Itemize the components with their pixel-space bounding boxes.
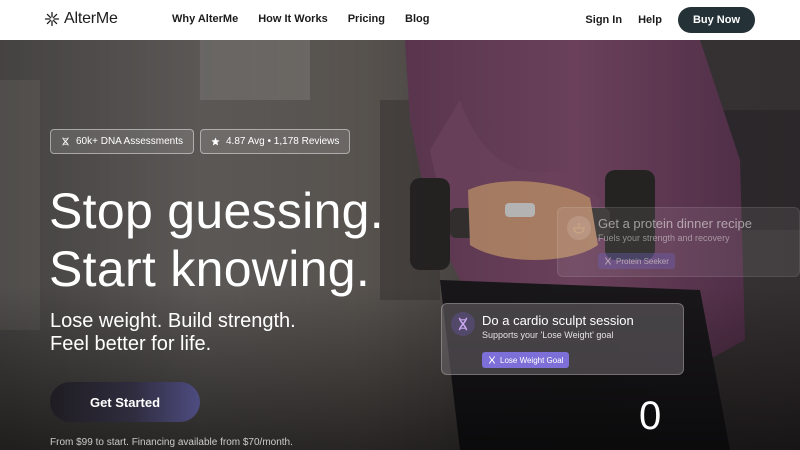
dna-icon <box>605 257 611 265</box>
badge-dna-assessments: 60k+ DNA Assessments <box>50 129 194 154</box>
card-tag-label: Protein Seeker <box>616 256 669 266</box>
top-nav: AlterMe Why AlterMe How It Works Pricing… <box>0 0 800 40</box>
dna-icon <box>489 356 495 364</box>
recommendation-card-protein[interactable]: Get a protein dinner recipe Fuels your s… <box>557 207 800 277</box>
dna-icon <box>451 312 475 336</box>
bowl-icon <box>567 216 591 240</box>
sign-in-link[interactable]: Sign In <box>585 14 622 26</box>
badge-text: 4.87 Avg • 1,178 Reviews <box>226 136 340 147</box>
help-link[interactable]: Help <box>638 14 662 26</box>
nav-link-how-it-works[interactable]: How It Works <box>258 13 327 25</box>
logo-mark-icon <box>44 11 60 27</box>
animated-counter: 0 <box>639 394 662 438</box>
star-icon <box>211 137 220 146</box>
headline-line-1: Stop guessing. <box>49 183 384 239</box>
badge-text: 60k+ DNA Assessments <box>76 136 183 147</box>
nav-link-why-alterme[interactable]: Why AlterMe <box>172 13 238 25</box>
trust-badges: 60k+ DNA Assessments 4.87 Avg • 1,178 Re… <box>50 129 351 154</box>
subhead-line-2: Feel better for life. <box>50 333 212 355</box>
card-subtitle: Fuels your strength and recovery <box>598 233 730 243</box>
card-subtitle: Supports your 'Lose Weight' goal <box>482 330 614 340</box>
card-title: Get a protein dinner recipe <box>598 216 752 231</box>
nav-actions: Sign In Help Buy Now <box>585 7 755 33</box>
brand-name: AlterMe <box>64 10 118 27</box>
card-tag-label: Lose Weight Goal <box>500 355 564 365</box>
headline-line-2: Start knowing. <box>49 241 371 297</box>
buy-now-button[interactable]: Buy Now <box>677 7 755 33</box>
get-started-button[interactable]: Get Started <box>50 382 200 422</box>
nav-link-blog[interactable]: Blog <box>405 13 429 25</box>
nav-link-pricing[interactable]: Pricing <box>348 13 385 25</box>
dna-icon <box>62 137 69 146</box>
badge-reviews: 4.87 Avg • 1,178 Reviews <box>200 129 351 154</box>
card-tag: Lose Weight Goal <box>482 352 570 368</box>
subhead-line-1: Lose weight. Build strength. <box>50 310 296 332</box>
brand-logo[interactable]: AlterMe <box>44 10 118 28</box>
hero-subheadline: Lose weight. Build strength. Feel better… <box>50 310 296 356</box>
card-tag: Protein Seeker <box>598 253 675 269</box>
nav-links: Why AlterMe How It Works Pricing Blog <box>172 13 429 25</box>
hero-headline: Stop guessing. Start knowing. <box>49 182 384 298</box>
hero-section: 60k+ DNA Assessments 4.87 Avg • 1,178 Re… <box>0 40 800 450</box>
recommendation-card-cardio[interactable]: Do a cardio sculpt session Supports your… <box>441 303 684 375</box>
pricing-fineprint: From $99 to start. Financing available f… <box>50 437 293 448</box>
card-title: Do a cardio sculpt session <box>482 313 634 328</box>
